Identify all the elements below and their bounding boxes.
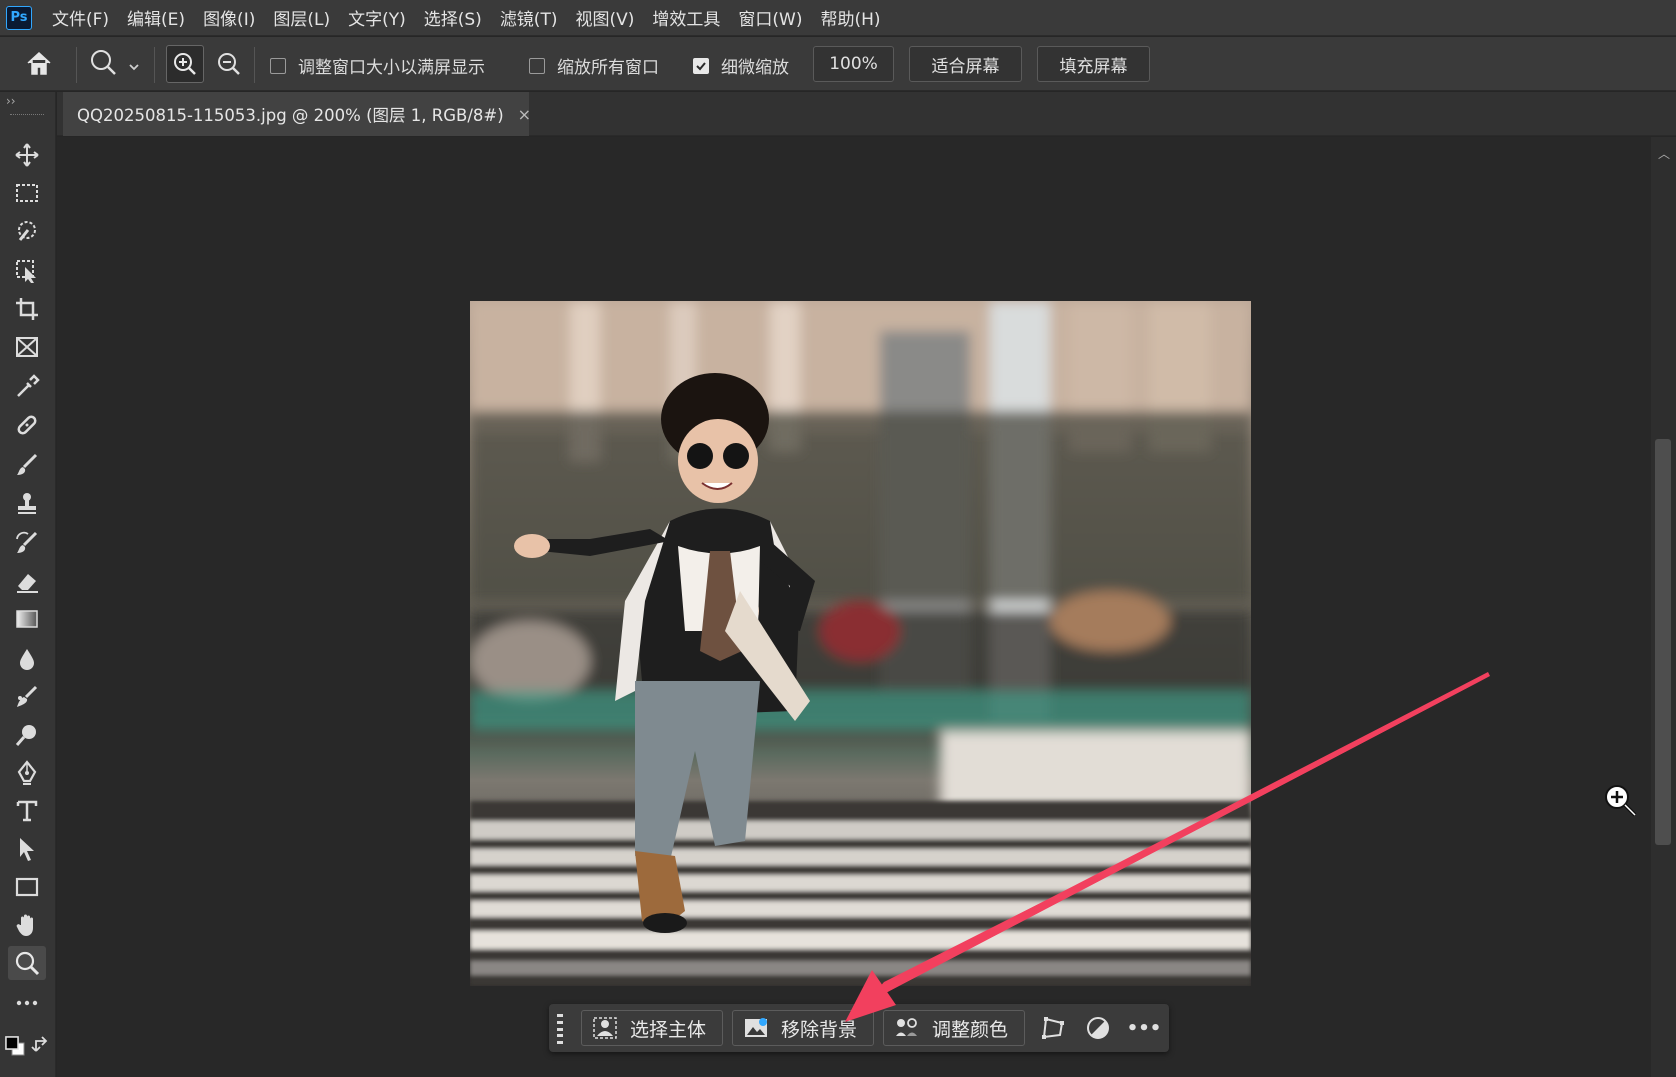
scrubby-zoom-checkbox[interactable]: 细微缩放 [693,53,789,78]
adjust-color-icon [896,1018,917,1036]
document-tab[interactable]: QQ20250815-115053.jpg @ 200% (图层 1, RGB/… [63,92,531,136]
rectangle-tool-icon[interactable] [8,870,46,904]
menu-layer[interactable]: 图层(L) [273,5,330,30]
pen-tool-icon[interactable] [8,756,46,790]
menu-select[interactable]: 选择(S) [424,5,482,30]
select-subject-icon [593,1017,617,1039]
crop-tool-icon[interactable] [8,292,46,326]
fit-screen-button[interactable]: 适合屏幕 [909,46,1022,82]
zoom-in-cursor-icon [1603,783,1639,819]
document-tab-title: QQ20250815-115053.jpg @ 200% (图层 1, RGB/… [77,106,504,125]
photoshop-window: Ps 文件(F) 编辑(E) 图像(I) 图层(L) 文字(Y) 选择(S) 滤… [0,0,1676,1077]
zoom-out-icon[interactable] [216,51,242,77]
clone-stamp-tool-icon[interactable] [8,486,46,520]
checkmark-icon [696,61,706,70]
eraser-tool-icon[interactable] [8,564,46,598]
adjust-color-button[interactable]: 调整颜色 [883,1010,1025,1046]
photo-child-running [470,301,1251,986]
contextual-task-bar: 选择主体 移除背景 调整颜色 ••• [549,1004,1169,1052]
zoom-tool-icon[interactable] [8,946,46,980]
resize-windows-checkbox[interactable]: 调整窗口大小以满屏显示 [270,53,485,78]
object-selection-tool-icon[interactable] [8,254,46,288]
menu-edit[interactable]: 编辑(E) [127,5,185,30]
menu-bar: Ps 文件(F) 编辑(E) 图像(I) 图层(L) 文字(Y) 选择(S) 滤… [0,0,1676,36]
menu-image[interactable]: 图像(I) [203,5,255,30]
path-selection-tool-icon[interactable] [8,832,46,866]
menu-view[interactable]: 视图(V) [575,5,634,30]
options-bar: 调整窗口大小以满屏显示 缩放所有窗口 细微缩放 100% 适合屏幕 填充屏幕 [0,37,1676,91]
healing-brush-tool-icon[interactable] [8,408,46,442]
menu-type[interactable]: 文字(Y) [348,5,406,30]
color-swatches-icon[interactable] [2,1030,54,1064]
quick-selection-tool-icon[interactable] [8,214,46,248]
marquee-tool-icon[interactable] [8,176,46,210]
home-icon[interactable] [24,49,54,77]
adjustment-layer-icon[interactable] [1083,1014,1113,1042]
menu-plugins[interactable]: 增效工具 [652,5,720,30]
history-brush-tool-icon[interactable] [8,526,46,560]
more-options-icon[interactable]: ••• [1127,1014,1162,1042]
more-tools-icon[interactable] [8,986,46,1020]
menu-help[interactable]: 帮助(H) [820,5,880,30]
eyedropper-tool-icon[interactable] [8,370,46,404]
brush-tool-icon[interactable] [8,448,46,482]
gradient-tool-icon[interactable] [8,602,46,636]
panel-grip[interactable] [10,114,44,117]
task-bar-drag-handle[interactable] [557,1014,563,1044]
scrubby-zoom-check-box[interactable] [693,57,709,74]
canvas-area[interactable] [57,137,1651,1077]
transform-icon[interactable] [1038,1014,1068,1042]
scrubby-zoom-label: 细微缩放 [721,58,789,78]
menu-window[interactable]: 窗口(W) [738,5,802,30]
zoom-all-check-box[interactable] [529,57,545,74]
zoom-in-icon[interactable] [166,45,204,83]
select-subject-button[interactable]: 选择主体 [581,1010,723,1046]
zoom-all-label: 缩放所有窗口 [557,58,659,78]
document-image[interactable] [470,301,1251,986]
fill-screen-button[interactable]: 填充屏幕 [1037,46,1150,82]
hand-tool-icon[interactable] [8,908,46,942]
remove-background-icon [745,1018,767,1037]
dodge-tool-icon[interactable] [8,718,46,752]
adjust-color-label: 调整颜色 [932,1018,1009,1041]
document-tab-bar: QQ20250815-115053.jpg @ 200% (图层 1, RGB/… [57,92,1676,136]
move-tool-icon[interactable] [8,138,46,172]
resize-windows-check-box[interactable] [270,57,286,74]
close-tab-icon[interactable]: × [518,105,531,124]
zoom-all-windows-checkbox[interactable]: 缩放所有窗口 [529,53,659,78]
zoom-tool-preset-icon[interactable] [88,47,142,79]
resize-windows-label: 调整窗口大小以满屏显示 [298,58,485,78]
remove-background-button[interactable]: 移除背景 [732,1010,874,1046]
tools-panel: ›› [0,92,56,1077]
remove-background-label: 移除背景 [781,1018,858,1041]
vertical-scrollbar[interactable]: ︿ [1651,137,1676,1077]
type-tool-icon[interactable] [8,794,46,828]
blur-tool-icon[interactable] [8,642,46,676]
collapse-panel-icon[interactable]: ›› [6,94,16,108]
select-subject-label: 选择主体 [630,1018,707,1041]
frame-tool-icon[interactable] [8,330,46,364]
scrollbar-thumb[interactable] [1655,439,1671,845]
menu-filter[interactable]: 滤镜(T) [500,5,558,30]
menu-file[interactable]: 文件(F) [52,5,109,30]
zoom-100-button[interactable]: 100% [813,46,894,82]
photoshop-logo-icon: Ps [6,5,32,30]
scroll-up-icon[interactable]: ︿ [1658,145,1670,162]
smudge-tool-icon[interactable] [8,680,46,714]
